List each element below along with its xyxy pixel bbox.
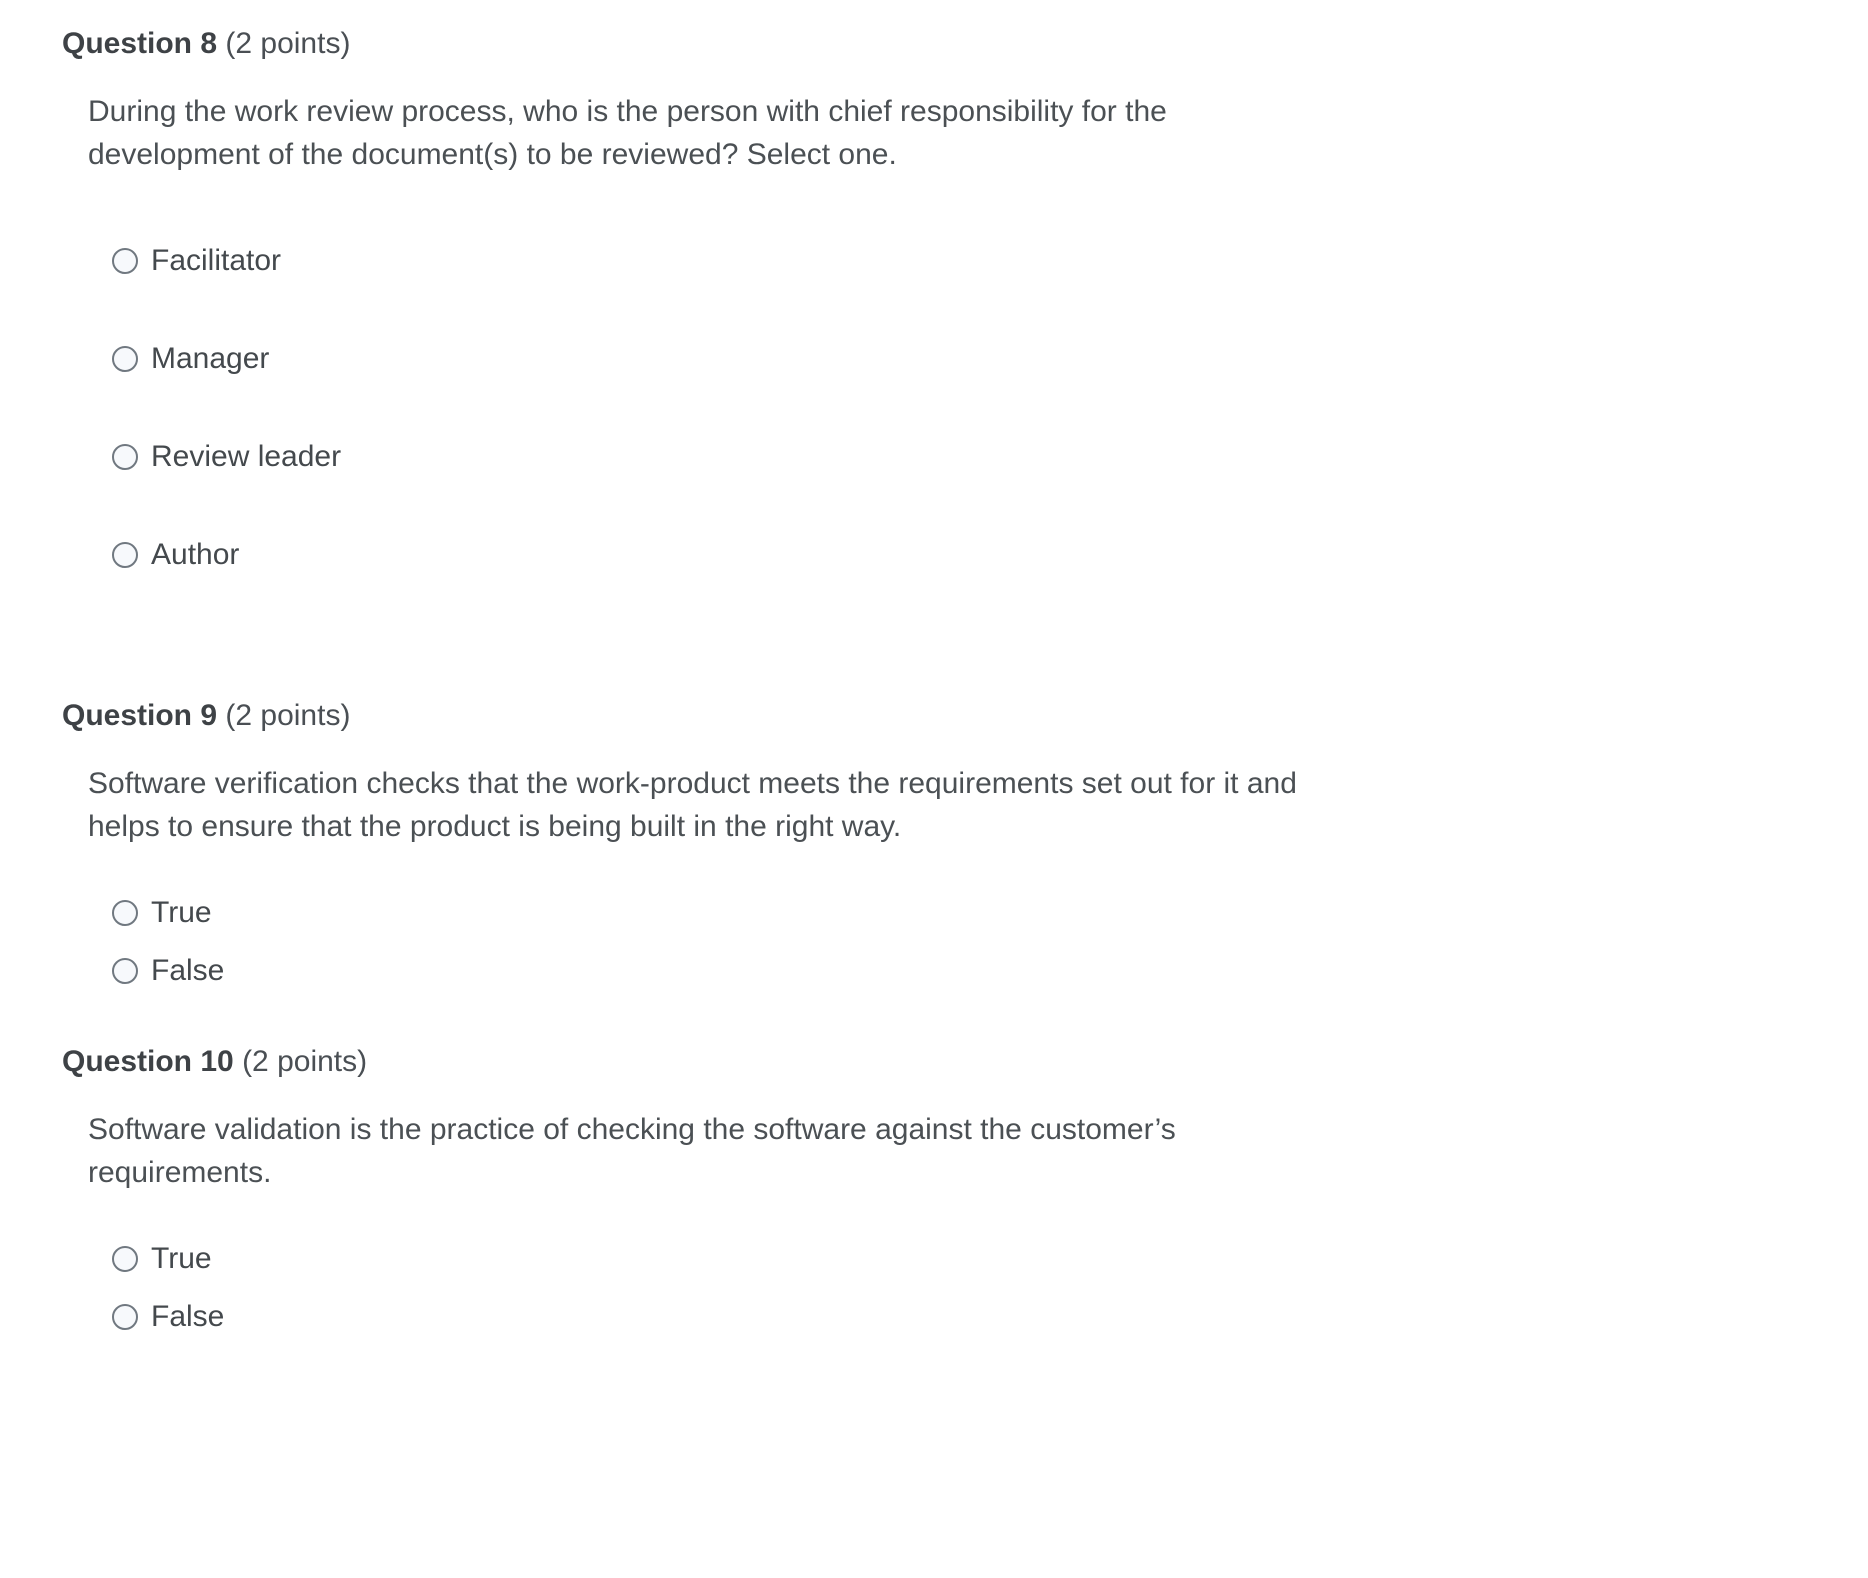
options-list-q9: True False <box>0 884 1868 1000</box>
question-number-q9: Question 9 <box>62 699 218 732</box>
question-number-q8: Question 8 <box>62 27 218 60</box>
option-label: Review leader <box>151 440 342 473</box>
option-label: Author <box>151 538 240 571</box>
question-text-q8: During the work review process, who is t… <box>88 95 1167 171</box>
question-heading-q10: Question 10 (2 points) <box>0 1044 1868 1080</box>
options-list-q10: True False <box>0 1230 1868 1346</box>
option-false[interactable]: False <box>0 942 1868 1000</box>
question-points-q9: (2 points) <box>225 699 351 732</box>
question-text-q9: Software verification checks that the wo… <box>88 767 1297 843</box>
question-block-q8: Question 8 (2 points) During the work re… <box>0 26 1868 604</box>
question-heading-q9: Question 9 (2 points) <box>0 698 1868 734</box>
radio-button-icon[interactable] <box>112 900 138 926</box>
radio-button-icon[interactable] <box>112 542 138 568</box>
option-author[interactable]: Author <box>0 506 1868 604</box>
radio-button-icon[interactable] <box>112 958 138 984</box>
options-list-q8: Facilitator Manager Review leader Author <box>0 212 1868 604</box>
question-block-q9: Question 9 (2 points) Software verificat… <box>0 698 1868 1000</box>
question-points-q10: (2 points) <box>242 1045 368 1078</box>
option-label: True <box>151 1242 212 1275</box>
option-label: Facilitator <box>151 244 282 277</box>
option-label: False <box>151 954 225 987</box>
question-text-q10: Software validation is the practice of c… <box>88 1113 1176 1189</box>
radio-button-icon[interactable] <box>112 346 138 372</box>
option-false[interactable]: False <box>0 1288 1868 1346</box>
question-number-q10: Question 10 <box>62 1045 234 1078</box>
option-true[interactable]: True <box>0 1230 1868 1288</box>
option-facilitator[interactable]: Facilitator <box>0 212 1868 310</box>
option-label: False <box>151 1300 225 1333</box>
option-label: Manager <box>151 342 270 375</box>
quiz-container: Question 8 (2 points) During the work re… <box>0 0 1868 1346</box>
question-block-q10: Question 10 (2 points) Software validati… <box>0 1044 1868 1346</box>
question-points-q8: (2 points) <box>225 27 351 60</box>
radio-button-icon[interactable] <box>112 444 138 470</box>
question-heading-q8: Question 8 (2 points) <box>0 26 1868 62</box>
radio-button-icon[interactable] <box>112 248 138 274</box>
option-manager[interactable]: Manager <box>0 310 1868 408</box>
option-label: True <box>151 896 212 929</box>
radio-button-icon[interactable] <box>112 1246 138 1272</box>
top-spacer <box>0 0 1868 26</box>
option-review-leader[interactable]: Review leader <box>0 408 1868 506</box>
option-true[interactable]: True <box>0 884 1868 942</box>
radio-button-icon[interactable] <box>112 1304 138 1330</box>
